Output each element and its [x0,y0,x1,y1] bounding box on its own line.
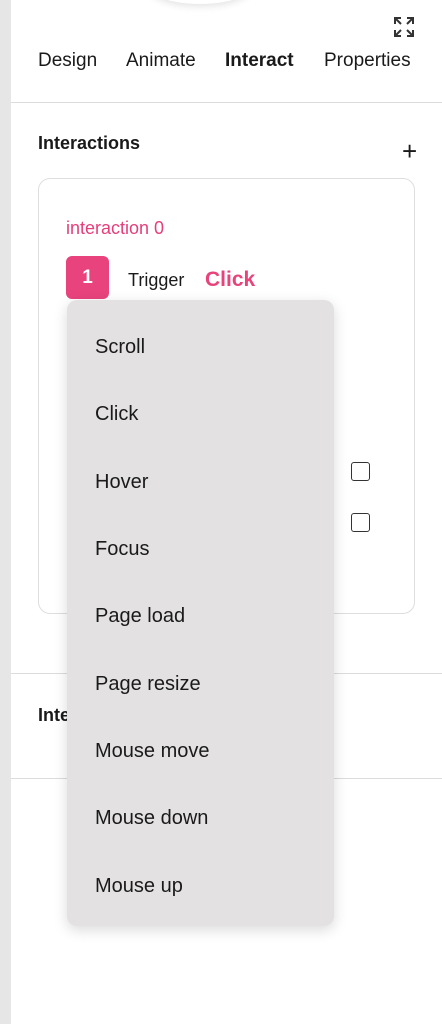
menu-item-page-resize[interactable]: Page resize [95,673,201,696]
menu-item-scroll[interactable]: Scroll [95,336,145,359]
tab-animate[interactable]: Animate [126,50,196,72]
section-heading-partial: Inte [38,705,71,725]
menu-item-hover[interactable]: Hover [95,471,148,494]
interactions-heading: Interactions [38,133,141,153]
trigger-label: Trigger [128,270,185,290]
left-panel-edge [0,0,11,1024]
menu-item-mouse-down[interactable]: Mouse down [95,807,208,830]
menu-item-mouse-move[interactable]: Mouse move [95,740,210,763]
menu-item-page-load[interactable]: Page load [95,605,185,628]
interaction-name[interactable]: interaction 0 [66,218,164,239]
menu-item-click[interactable]: Click [95,403,138,426]
option-checkbox-2[interactable] [351,513,370,532]
tab-design[interactable]: Design [38,50,97,72]
trigger-dropdown[interactable]: Click [205,268,255,292]
tab-properties[interactable]: Properties [324,50,411,72]
trigger-menu: Scroll Click Hover Focus Page load Page … [67,300,334,926]
tab-interact[interactable]: Interact [225,50,294,72]
step-badge: 1 [66,256,109,299]
menu-item-mouse-up[interactable]: Mouse up [95,875,183,898]
expand-icon[interactable] [392,15,416,39]
option-checkbox-1[interactable] [351,462,370,481]
divider [11,102,442,103]
floating-handle [150,0,250,4]
plus-icon[interactable]: + [402,138,417,164]
menu-item-focus[interactable]: Focus [95,538,149,561]
